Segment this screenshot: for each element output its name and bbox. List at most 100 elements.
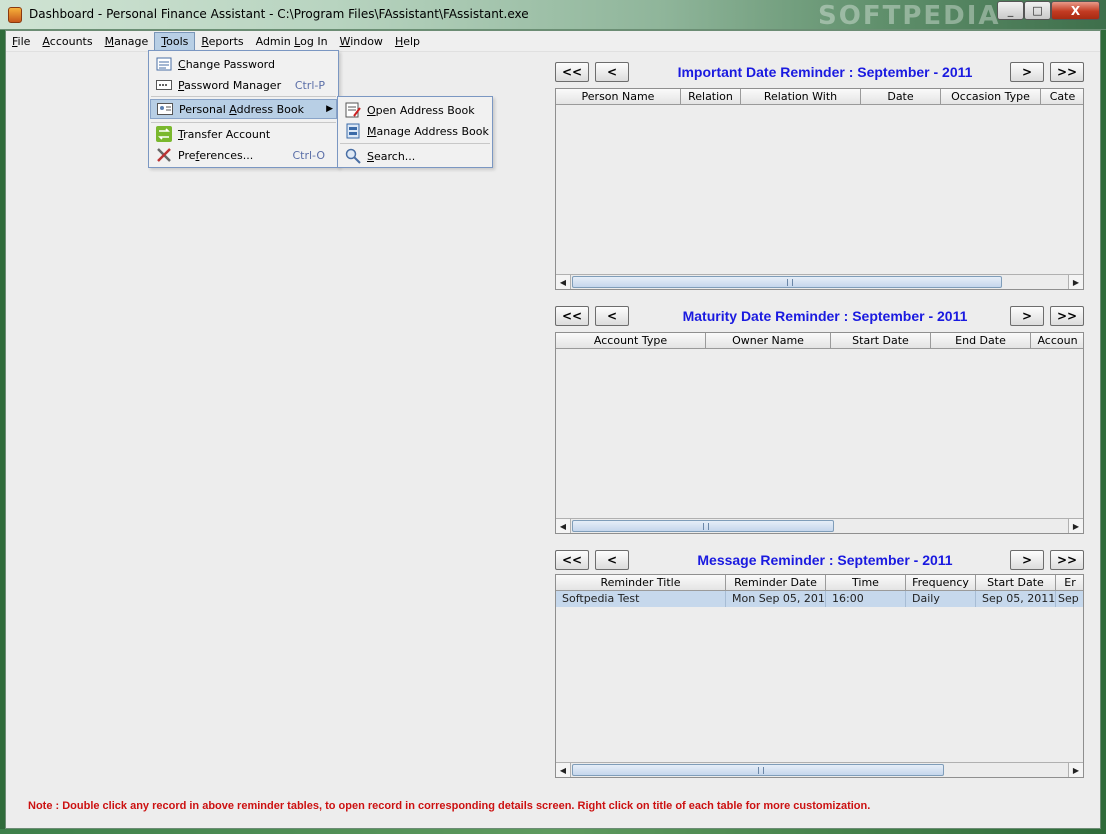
scrollbar-thumb[interactable] [572,276,1002,288]
menu-separator [151,96,336,97]
important-last-button[interactable]: >> [1050,62,1084,82]
menu-bar: File Accounts Manage Tools Reports Admin… [6,31,1100,52]
maturity-reminder-table[interactable]: Account Type Owner Name Start Date End D… [555,332,1084,534]
maturity-reminder-title[interactable]: Maturity Date Reminder : September - 201… [640,308,1010,324]
column-header[interactable]: Cate [1041,89,1083,105]
menu-tools[interactable]: Tools [154,31,196,51]
menu-accounts[interactable]: Accounts [36,32,98,51]
maturity-next-button[interactable]: > [1010,306,1044,326]
important-next-button[interactable]: > [1010,62,1044,82]
dashboard-client-area: File Accounts Manage Tools Reports Admin… [5,30,1101,829]
change-password-label: Change Password [178,57,275,71]
frequency-cell: Daily [906,591,976,607]
column-header[interactable]: Start Date [976,575,1056,591]
message-reminder-title[interactable]: Message Reminder : September - 2011 [640,552,1010,568]
column-header[interactable]: Reminder Date [726,575,826,591]
maximize-icon: □ [1032,4,1043,17]
password-field-icon [156,77,172,93]
menu-admin-log-in[interactable]: Admin Log In [250,32,334,51]
scroll-right-arrow-icon[interactable]: ▶ [1068,275,1083,289]
tools-dropdown-menu: Change Password Password Manager Ctrl-P … [148,50,339,168]
important-prev-button[interactable]: < [595,62,629,82]
scroll-right-arrow-icon[interactable]: ▶ [1068,763,1083,777]
important-reminder-table[interactable]: Person Name Relation Relation With Date … [555,88,1084,290]
search-icon [345,148,361,164]
column-header[interactable]: Owner Name [706,333,831,349]
column-header[interactable]: Time [826,575,906,591]
grip-icon [787,279,793,286]
important-reminder-title[interactable]: Important Date Reminder : September - 20… [640,64,1010,80]
maturity-first-button[interactable]: << [555,306,589,326]
scroll-left-arrow-icon[interactable]: ◀ [556,275,571,289]
message-first-button[interactable]: << [555,550,589,570]
personal-address-book-item[interactable]: Personal Address Book ▶ [150,99,337,119]
transfer-account-item[interactable]: Transfer Account [150,124,337,144]
important-first-button[interactable]: << [555,62,589,82]
address-card-icon [157,101,173,117]
message-prev-button[interactable]: < [595,550,629,570]
column-header[interactable]: Er [1056,575,1083,591]
column-header[interactable]: Date [861,89,941,105]
minimize-button[interactable]: _ [997,1,1024,20]
column-header[interactable]: End Date [931,333,1031,349]
time-cell: 16:00 [826,591,906,607]
message-last-button[interactable]: >> [1050,550,1084,570]
column-header[interactable]: Occasion Type [941,89,1041,105]
maximize-button[interactable]: □ [1024,1,1051,20]
close-icon: X [1070,3,1081,18]
message-reminder-table[interactable]: Reminder Title Reminder Date Time Freque… [555,574,1084,778]
tools-icon [156,147,172,163]
scroll-left-arrow-icon[interactable]: ◀ [556,763,571,777]
column-header[interactable]: Frequency [906,575,976,591]
title-bar[interactable]: Dashboard - Personal Finance Assistant -… [0,0,1106,31]
preferences-label: Preferences... [178,148,254,162]
column-header[interactable]: Reminder Title [556,575,726,591]
horizontal-scrollbar[interactable]: ◀ ▶ [556,518,1083,533]
manage-address-book-item[interactable]: Manage Address Book [339,121,491,141]
column-header[interactable]: Accoun [1031,333,1083,349]
maturity-prev-button[interactable]: < [595,306,629,326]
open-address-book-item[interactable]: Open Address Book [339,100,491,120]
maturity-last-button[interactable]: >> [1050,306,1084,326]
reminder-date-cell: Mon Sep 05, 2011 [726,591,826,607]
scroll-left-arrow-icon[interactable]: ◀ [556,519,571,533]
message-next-button[interactable]: > [1010,550,1044,570]
column-header[interactable]: Person Name [556,89,681,105]
table-row[interactable]: Softpedia Test Mon Sep 05, 2011 16:00 Da… [556,591,1083,607]
horizontal-scrollbar[interactable]: ◀ ▶ [556,274,1083,289]
reminder-title-cell: Softpedia Test [556,591,726,607]
scrollbar-thumb[interactable] [572,520,834,532]
scrollbar-thumb[interactable] [572,764,944,776]
table-header: Person Name Relation Relation With Date … [556,89,1083,105]
grip-icon [703,523,709,530]
menu-separator [151,122,336,123]
change-password-item[interactable]: Change Password [150,54,337,74]
submenu-arrow-icon: ▶ [326,104,333,114]
open-address-book-label: Open Address Book [367,103,475,117]
end-date-cell: Sep [1056,591,1083,607]
close-button[interactable]: X [1051,1,1100,20]
menu-separator [340,143,490,144]
column-header[interactable]: Relation With [741,89,861,105]
manage-book-icon [345,123,361,139]
preferences-item[interactable]: Preferences... Ctrl-O [150,145,337,165]
softpedia-watermark: SOFTPEDIA [818,1,1001,31]
column-header[interactable]: Account Type [556,333,706,349]
address-book-submenu: Open Address Book Manage Address Book Se… [337,96,493,168]
column-header[interactable]: Relation [681,89,741,105]
scroll-right-arrow-icon[interactable]: ▶ [1068,519,1083,533]
start-date-cell: Sep 05, 2011 [976,591,1056,607]
menu-file[interactable]: File [6,32,36,51]
menu-help[interactable]: Help [389,32,426,51]
window-title: Dashboard - Personal Finance Assistant -… [29,7,529,21]
search-item[interactable]: Search... [339,146,491,166]
menu-manage[interactable]: Manage [99,32,155,51]
app-icon [8,7,22,23]
menu-window[interactable]: Window [334,32,389,51]
column-header[interactable]: Start Date [831,333,931,349]
horizontal-scrollbar[interactable]: ◀ ▶ [556,762,1083,777]
password-manager-item[interactable]: Password Manager Ctrl-P [150,75,337,95]
password-manager-label: Password Manager [178,78,282,92]
menu-reports[interactable]: Reports [195,32,249,51]
search-label: Search... [367,149,416,163]
